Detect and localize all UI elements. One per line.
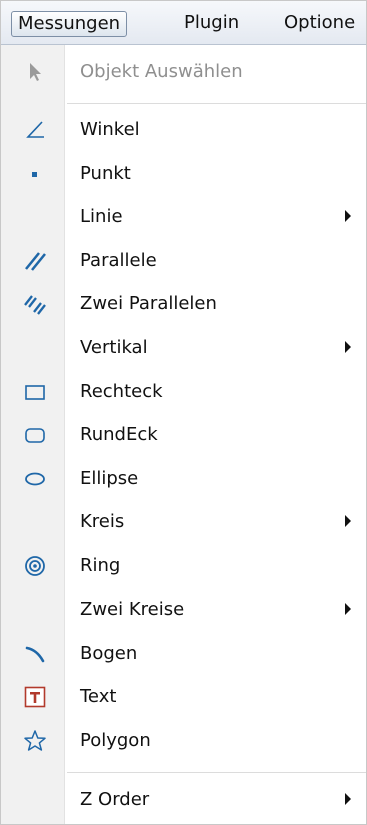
rectangle-icon bbox=[23, 380, 47, 404]
polygon-star-icon bbox=[23, 729, 47, 753]
submenu-arrow-icon bbox=[345, 603, 351, 615]
menu-item-label: Ellipse bbox=[80, 468, 139, 489]
menu-item-text[interactable]: Text bbox=[1, 676, 366, 718]
ring-icon bbox=[23, 554, 47, 578]
menu-item-label: Text bbox=[80, 686, 117, 707]
angle-icon bbox=[23, 118, 47, 142]
menu-item-winkel[interactable]: Winkel bbox=[1, 109, 366, 151]
menu-separator bbox=[67, 772, 366, 773]
menu-item-zwei-kreise[interactable]: Zwei Kreise bbox=[1, 589, 366, 631]
menu-item-parallele[interactable]: Parallele bbox=[1, 240, 366, 282]
menu-item-label: Rechteck bbox=[80, 381, 163, 402]
menu-item-label: Z Order bbox=[80, 789, 150, 810]
menu-item-z-order[interactable]: Z Order bbox=[1, 779, 366, 821]
rounded-rectangle-icon bbox=[23, 423, 47, 447]
menu-item-objekt-auswaehlen[interactable]: Objekt Auswählen bbox=[1, 51, 366, 93]
menu-item-linie[interactable]: Linie bbox=[1, 196, 366, 238]
menu-item-bogen[interactable]: Bogen bbox=[1, 633, 366, 675]
menu-plugin[interactable]: Plugin bbox=[184, 11, 239, 37]
menu-item-kreis[interactable]: Kreis bbox=[1, 501, 366, 543]
submenu-arrow-icon bbox=[345, 515, 351, 527]
submenu-arrow-icon bbox=[345, 210, 351, 222]
menu-bar: Messungen Plugin Optione bbox=[1, 1, 366, 45]
application-window: Messungen Plugin Optione Objekt Auswähle… bbox=[0, 0, 367, 825]
menu-item-polygon[interactable]: Polygon bbox=[1, 720, 366, 762]
submenu-arrow-icon bbox=[345, 793, 351, 805]
arc-icon bbox=[23, 642, 47, 666]
menu-item-label: Linie bbox=[80, 206, 123, 227]
menu-messungen[interactable]: Messungen bbox=[11, 11, 128, 37]
menu-separator bbox=[67, 103, 366, 104]
text-icon bbox=[23, 685, 47, 709]
parallel-lines-icon bbox=[23, 249, 47, 273]
submenu-arrow-icon bbox=[345, 341, 351, 353]
two-parallels-icon bbox=[23, 292, 47, 316]
menu-item-label: Parallele bbox=[80, 250, 157, 271]
menu-item-label: Objekt Auswählen bbox=[80, 61, 243, 82]
messungen-dropdown-menu: Objekt Auswählen Winkel Punkt Linie Para… bbox=[1, 45, 366, 824]
menu-item-zwei-parallelen[interactable]: Zwei Parallelen bbox=[1, 283, 366, 325]
menu-item-punkt[interactable]: Punkt bbox=[1, 153, 366, 195]
menu-item-label: Zwei Parallelen bbox=[80, 293, 217, 314]
menu-item-vertikal[interactable]: Vertikal bbox=[1, 327, 366, 369]
menu-item-label: Bogen bbox=[80, 643, 138, 664]
point-icon bbox=[23, 162, 47, 186]
menu-item-ring[interactable]: Ring bbox=[1, 545, 366, 587]
menu-item-ellipse[interactable]: Ellipse bbox=[1, 458, 366, 500]
menu-item-rundeck[interactable]: RundEck bbox=[1, 414, 366, 456]
cursor-arrow-icon bbox=[23, 60, 47, 84]
menu-optionen[interactable]: Optione bbox=[284, 11, 355, 37]
menu-item-label: Kreis bbox=[80, 511, 125, 532]
menu-item-label: Vertikal bbox=[80, 337, 148, 358]
ellipse-icon bbox=[23, 467, 47, 491]
menu-item-label: Polygon bbox=[80, 730, 151, 751]
menu-item-label: Winkel bbox=[80, 119, 140, 140]
menu-item-rechteck[interactable]: Rechteck bbox=[1, 371, 366, 413]
menu-item-label: Punkt bbox=[80, 163, 131, 184]
menu-item-label: Zwei Kreise bbox=[80, 599, 185, 620]
menu-item-label: RundEck bbox=[80, 424, 158, 445]
menu-item-label: Ring bbox=[80, 555, 121, 576]
